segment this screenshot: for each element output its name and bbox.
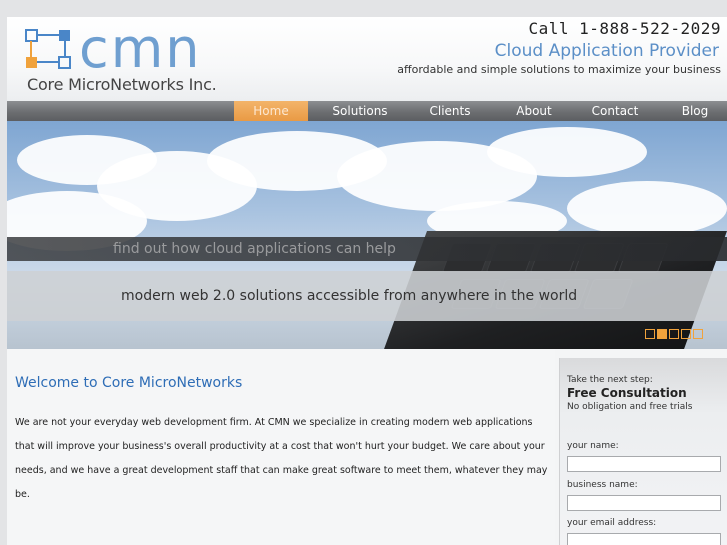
- tagline: Cloud Application Provider: [494, 41, 719, 61]
- site-header: cmn Core MicroNetworks Inc. Call 1-888-5…: [7, 17, 727, 101]
- nav-contact[interactable]: Contact: [578, 101, 652, 121]
- banner-line-2: modern web 2.0 solutions accessible from…: [121, 288, 578, 304]
- email-label: your email address:: [567, 518, 657, 528]
- sidebar-kicker: Take the next step:: [567, 375, 653, 385]
- slide-dot-3[interactable]: [669, 329, 679, 339]
- cloud-shape: [567, 181, 727, 236]
- cloud-shape: [487, 127, 647, 177]
- nav-home[interactable]: Home: [234, 101, 308, 121]
- sidebar-sub: No obligation and free trials: [567, 402, 693, 412]
- slide-dot-5[interactable]: [693, 329, 703, 339]
- hero-banner[interactable]: find out how cloud applications can help…: [7, 121, 727, 349]
- email-field[interactable]: [567, 533, 721, 545]
- logo-wordmark[interactable]: cmn: [79, 21, 202, 77]
- nav-blog[interactable]: Blog: [663, 101, 727, 121]
- slide-dot-2[interactable]: [657, 329, 667, 339]
- tagline-sub: affordable and simple solutions to maxim…: [397, 63, 721, 76]
- business-field[interactable]: [567, 495, 721, 511]
- page: cmn Core MicroNetworks Inc. Call 1-888-5…: [7, 17, 727, 545]
- sidebar-heading: Free Consultation: [567, 386, 687, 400]
- intro-paragraph: We are not your everyday web development…: [15, 417, 548, 500]
- company-name: Core MicroNetworks Inc.: [27, 75, 217, 94]
- consultation-sidebar: Take the next step: Free Consultation No…: [559, 358, 727, 545]
- page-title: Welcome to Core MicroNetworks: [15, 375, 243, 391]
- main-nav: Home Solutions Clients About Contact Blo…: [7, 101, 727, 121]
- nav-solutions[interactable]: Solutions: [323, 101, 397, 121]
- banner-line-1: find out how cloud applications can help: [113, 241, 396, 257]
- nav-clients[interactable]: Clients: [413, 101, 487, 121]
- slide-indicators: [645, 329, 703, 339]
- main-content: Welcome to Core MicroNetworks We are not…: [7, 349, 555, 545]
- business-label: business name:: [567, 480, 638, 490]
- name-field[interactable]: [567, 456, 721, 472]
- network-logo-icon: [25, 29, 71, 69]
- slide-dot-1[interactable]: [645, 329, 655, 339]
- nav-about[interactable]: About: [497, 101, 571, 121]
- name-label: your name:: [567, 441, 619, 451]
- slide-dot-4[interactable]: [681, 329, 691, 339]
- phone-number: Call 1-888-522-2029: [528, 19, 721, 38]
